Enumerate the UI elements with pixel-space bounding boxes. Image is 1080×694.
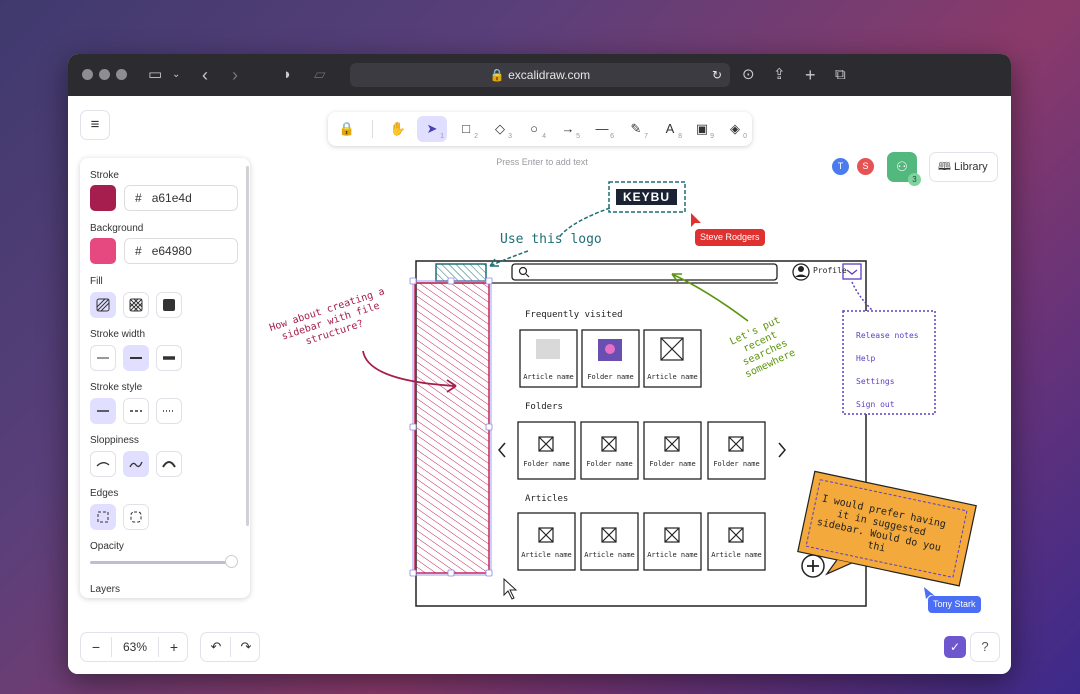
close-window-button[interactable]	[82, 69, 93, 80]
address-bar[interactable]: 🔒 excalidraw.com ↻	[350, 63, 730, 87]
zoom-window-button[interactable]	[116, 69, 127, 80]
card-label: Article name	[521, 551, 572, 559]
profile-menu-item[interactable]: Sign out	[856, 393, 919, 416]
url-text: excalidraw.com	[508, 68, 591, 82]
card-label: Article name	[647, 373, 698, 381]
watermark: 公众号 · 开源项目解读	[570, 612, 935, 660]
profile-menu-items: Release notes Help Settings Sign out	[856, 324, 919, 416]
use-logo-note[interactable]: Use this logo	[500, 232, 602, 247]
card-label: Article name	[647, 551, 698, 559]
reader-icon[interactable]: ▱	[314, 65, 326, 85]
browser-window: ▭ ⌄ ‹ › ◗ ▱ 🔒 excalidraw.com ↻ ⊙ ⇪ + ⧉ ≡…	[68, 54, 1011, 674]
history-control: ↶ ↷	[200, 632, 260, 662]
lock-icon: 🔒	[489, 68, 505, 82]
reload-icon[interactable]: ↻	[712, 63, 722, 87]
help-button[interactable]: ?	[970, 632, 1000, 662]
card-label: Folder name	[587, 373, 634, 381]
minimize-window-button[interactable]	[99, 69, 110, 80]
help-icon: ?	[981, 639, 989, 654]
excalidraw-canvas[interactable]: ≡ 🔒 ✋ ➤ 1 □ 2 ◇ 3 ○ 4 → 5—6 ✎ 7 A 8 ▣ 9 ◈ 0 Press Enter to …	[68, 96, 1011, 674]
folders-title: Folders	[525, 402, 563, 412]
card-label: Article name	[523, 373, 574, 381]
zoom-out-button[interactable]: −	[81, 633, 111, 661]
chevron-down-icon[interactable]: ⌄	[172, 65, 180, 85]
share-icon[interactable]: ⇪	[773, 65, 786, 85]
steve-rodgers-badge: Steve Rodgers	[695, 229, 765, 246]
profile-menu-item[interactable]: Settings	[856, 370, 919, 393]
forward-icon[interactable]: ›	[232, 65, 238, 85]
card-label: Folder name	[649, 460, 696, 468]
shield-check-icon[interactable]: ✓	[944, 636, 966, 658]
card-label: Article name	[711, 551, 762, 559]
articles-title: Articles	[525, 494, 569, 504]
wechat-icon	[570, 619, 614, 656]
zoom-control: − 63% +	[80, 632, 188, 662]
search-bar-sketch[interactable]	[511, 263, 778, 281]
undo-icon: ↶	[210, 639, 222, 654]
card-label: Folder name	[586, 460, 633, 468]
download-icon[interactable]: ⊙	[742, 65, 755, 85]
zoom-level[interactable]: 63%	[112, 633, 158, 661]
article-thumbnail-image	[536, 339, 560, 359]
sidebar-sketch[interactable]	[414, 282, 490, 574]
profile-menu-item[interactable]: Help	[856, 347, 919, 370]
profile-label: Profile	[813, 266, 847, 275]
frequently-visited-title: Frequently visited	[525, 310, 623, 320]
browser-titlebar: ▭ ⌄ ‹ › ◗ ▱ 🔒 excalidraw.com ↻ ⊙ ⇪ + ⧉	[68, 54, 1011, 96]
keybu-logo-text: KEYBU	[622, 190, 670, 204]
sidebar-toggle-icon[interactable]: ▭	[148, 65, 162, 85]
card-label: Article name	[584, 551, 635, 559]
shield-icon[interactable]: ◗	[283, 65, 292, 85]
card-label: Folder name	[523, 460, 570, 468]
undo-button[interactable]: ↶	[201, 633, 231, 661]
steve-cursor-icon	[691, 213, 701, 227]
profile-menu-item[interactable]: Release notes	[856, 324, 919, 347]
redo-button[interactable]: ↷	[231, 633, 261, 661]
zoom-in-button[interactable]: +	[159, 633, 189, 661]
tony-stark-badge: Tony Stark	[928, 596, 981, 613]
redo-icon: ↷	[240, 639, 252, 654]
watermark-text: 公众号 · 开源项目解读	[626, 618, 935, 654]
back-icon[interactable]: ‹	[202, 65, 208, 85]
new-tab-icon[interactable]: +	[805, 65, 816, 85]
card-label: Folder name	[713, 460, 760, 468]
tabs-overview-icon[interactable]: ⧉	[835, 65, 846, 85]
logo-placeholder[interactable]	[435, 263, 487, 282]
